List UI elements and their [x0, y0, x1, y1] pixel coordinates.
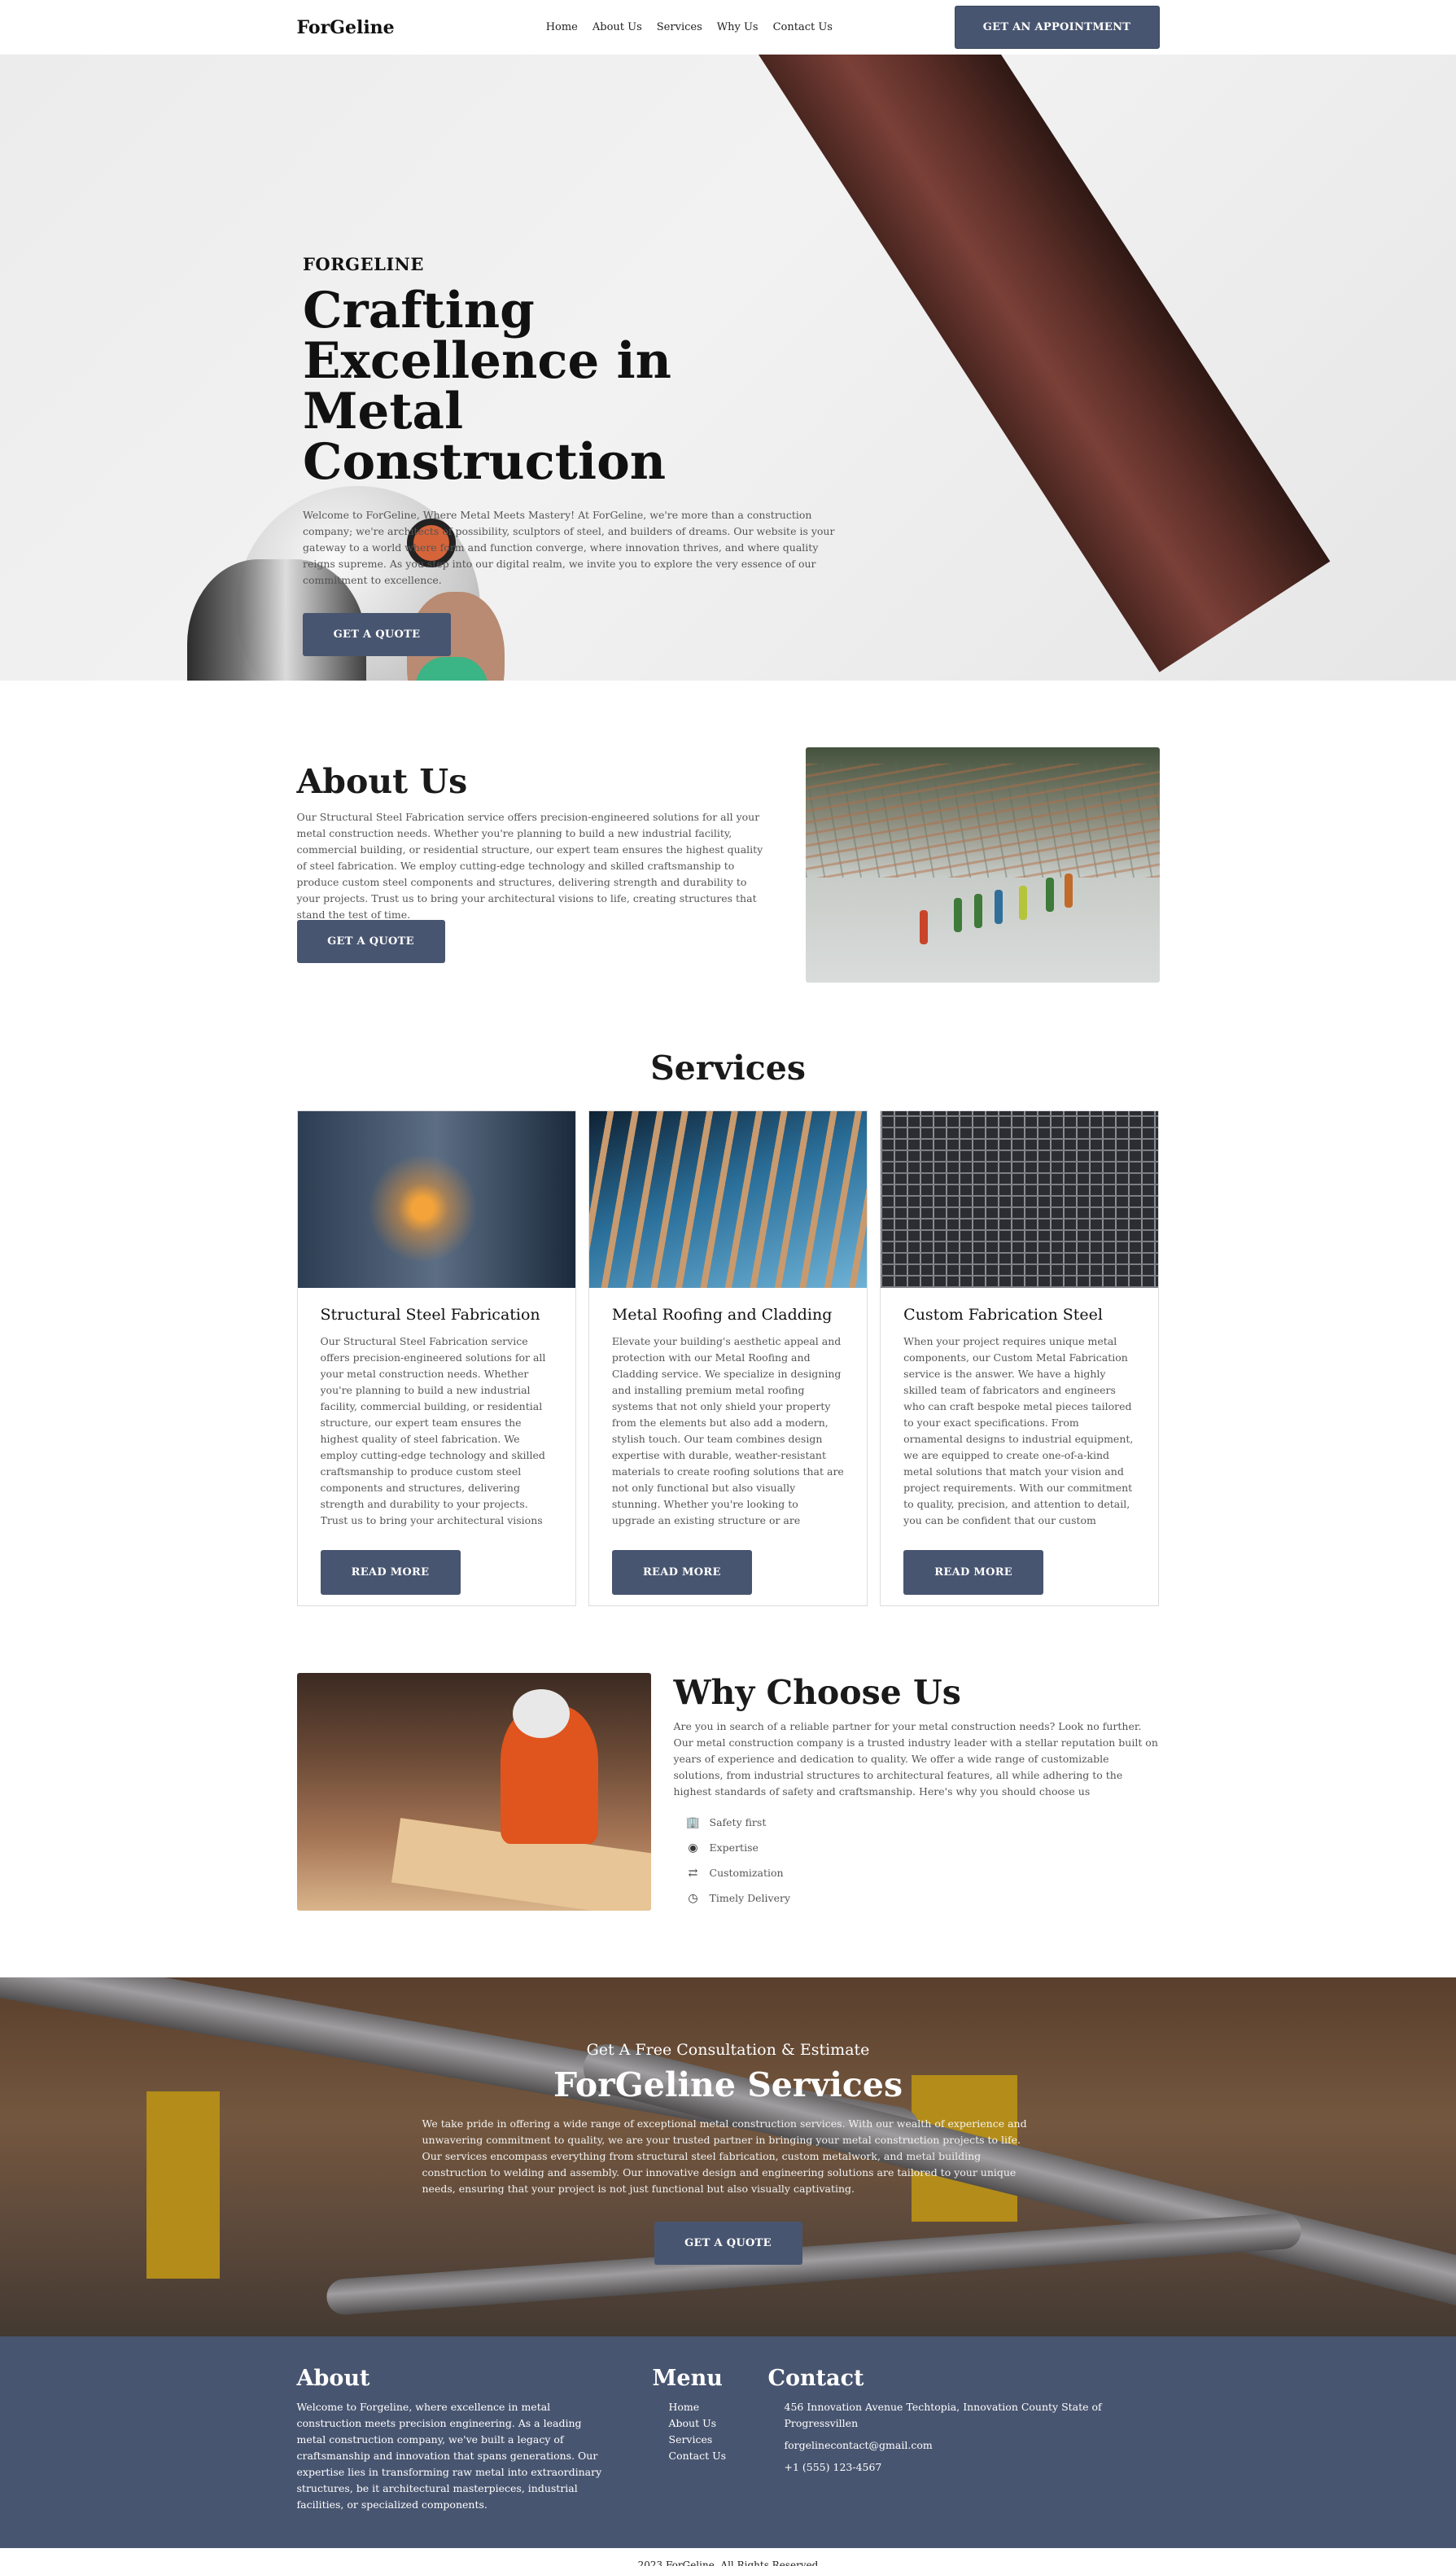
why-choose-us-section: Why Choose Us Are you in search of a rel…	[296, 1673, 1160, 1911]
why-item-customization: ⇄ Customization	[685, 1860, 1160, 1885]
hero-content: FORGELINE Crafting Excellence in Metal C…	[303, 254, 840, 656]
footer-about-text: Welcome to Forgeline, where excellence i…	[296, 2401, 602, 2511]
why-item-expertise: ◉ Expertise	[685, 1835, 1160, 1860]
services-title: Services	[650, 1049, 806, 1088]
about-construction-site-image	[805, 747, 1160, 983]
read-more-button[interactable]: READ MORE	[320, 1550, 461, 1595]
service-card-text: When your project requires unique metal …	[903, 1335, 1134, 1532]
footer-address: 456 Innovation Avenue Techtopia, Innovat…	[784, 2401, 1102, 2429]
nav-link-about[interactable]: About Us	[592, 21, 642, 33]
about-section: About Us Our Structural Steel Fabricatio…	[296, 747, 1160, 983]
copyright: 2023 ForGeline. All Rights Reserved	[637, 2559, 819, 2566]
footer-email[interactable]: forgelinecontact@gmail.com	[785, 2437, 1160, 2454]
cta-content: Get A Free Consultation & Estimate ForGe…	[0, 2041, 1456, 2265]
hero-text: Welcome to ForGeline, Where Metal Meets …	[303, 509, 835, 586]
footer-about: About Welcome to Forgeline, where excell…	[297, 2366, 610, 2513]
about-title: About Us	[296, 762, 468, 801]
read-more-button[interactable]: READ MORE	[611, 1550, 752, 1595]
footer-about-title: About	[296, 2366, 370, 2391]
why-content: Why Choose Us Are you in search of a rel…	[674, 1673, 1160, 1911]
footer-contact: Contact 456 Innovation Avenue Techtopia,…	[768, 2366, 1160, 2476]
nav-link-contact[interactable]: Contact Us	[773, 21, 833, 33]
services-cards: Structural Steel Fabrication Our Structu…	[296, 1110, 1160, 1606]
why-item-label: Safety first	[709, 1816, 767, 1828]
cta-subtitle: Get A Free Consultation & Estimate	[586, 2041, 870, 2059]
hero-section: FORGELINE Crafting Excellence in Metal C…	[0, 55, 1456, 681]
why-item-timely-delivery: ◷ Timely Delivery	[685, 1885, 1160, 1911]
service-card-custom-fabrication: Custom Fabrication Steel When your proje…	[880, 1110, 1160, 1606]
why-item-label: Customization	[709, 1867, 784, 1879]
nav-link-services[interactable]: Services	[657, 21, 702, 33]
footer-menu-title: Menu	[652, 2366, 723, 2391]
arrows-icon: ⇄	[688, 1866, 698, 1880]
cta-title: ForGeline Services	[553, 2065, 903, 2104]
lightbulb-icon: ◉	[688, 1841, 698, 1854]
service-card-text: Elevate your building's aesthetic appeal…	[611, 1335, 844, 1532]
footer-contact-title: Contact	[767, 2366, 864, 2391]
hero-get-quote-button[interactable]: GET A QUOTE	[303, 613, 451, 656]
service-card-title: Metal Roofing and Cladding	[611, 1306, 833, 1324]
why-text: Are you in search of a reliable partner …	[673, 1720, 1158, 1798]
service-card-metal-roofing: Metal Roofing and Cladding Elevate your …	[588, 1110, 868, 1606]
about-get-quote-button[interactable]: GET A QUOTE	[296, 920, 445, 963]
footer: About Welcome to Forgeline, where excell…	[0, 2336, 1456, 2548]
sparks-grinding-image	[297, 1111, 575, 1288]
footer-phone[interactable]: +1 (555) 123-4567	[785, 2459, 1160, 2476]
brand-logo[interactable]: ForGeline	[297, 17, 395, 38]
why-item-label: Timely Delivery	[709, 1892, 791, 1904]
main-menu: Home About Us Services Why Us Contact Us	[546, 21, 847, 33]
footer-link-home[interactable]: Home	[669, 2399, 727, 2415]
building-icon: 🏢	[685, 1815, 701, 1829]
service-card-title: Structural Steel Fabrication	[320, 1306, 540, 1324]
consultation-cta-section: Get A Free Consultation & Estimate ForGe…	[0, 1977, 1456, 2336]
footer-menu: Menu Home About Us Services Contact Us	[653, 2366, 727, 2464]
top-nav: ForGeline Home About Us Services Why Us …	[0, 0, 1456, 55]
hero-title: Crafting Excellence in Metal Constructio…	[303, 282, 672, 491]
cta-get-quote-button[interactable]: GET A QUOTE	[654, 2222, 802, 2265]
welder-workshop-image	[296, 1673, 651, 1911]
cta-text: We take pride in offering a wide range o…	[422, 2117, 1027, 2195]
about-text: Our Structural Steel Fabrication service…	[296, 811, 763, 921]
service-card-structural-steel: Structural Steel Fabrication Our Structu…	[296, 1110, 576, 1606]
service-card-title: Custom Fabrication Steel	[903, 1306, 1103, 1324]
why-item-label: Expertise	[709, 1841, 759, 1854]
read-more-button[interactable]: READ MORE	[903, 1550, 1044, 1595]
why-list: 🏢 Safety first ◉ Expertise ⇄ Customizati…	[685, 1810, 1160, 1911]
service-card-text: Our Structural Steel Fabrication service…	[320, 1335, 546, 1532]
nav-link-why-us[interactable]: Why Us	[717, 21, 759, 33]
roof-framing-image	[588, 1111, 868, 1288]
rebar-mesh-image	[881, 1111, 1159, 1288]
footer-link-about[interactable]: About Us	[669, 2415, 727, 2432]
why-item-safety: 🏢 Safety first	[685, 1810, 1160, 1835]
footer-link-services[interactable]: Services	[669, 2432, 727, 2448]
footer-link-contact[interactable]: Contact Us	[669, 2448, 727, 2464]
clock-icon: ◷	[688, 1891, 698, 1905]
why-title: Why Choose Us	[673, 1673, 961, 1712]
get-appointment-button[interactable]: GET AN APPOINTMENT	[954, 6, 1160, 49]
nav-link-home[interactable]: Home	[546, 21, 578, 33]
hero-eyebrow: FORGELINE	[303, 254, 424, 274]
